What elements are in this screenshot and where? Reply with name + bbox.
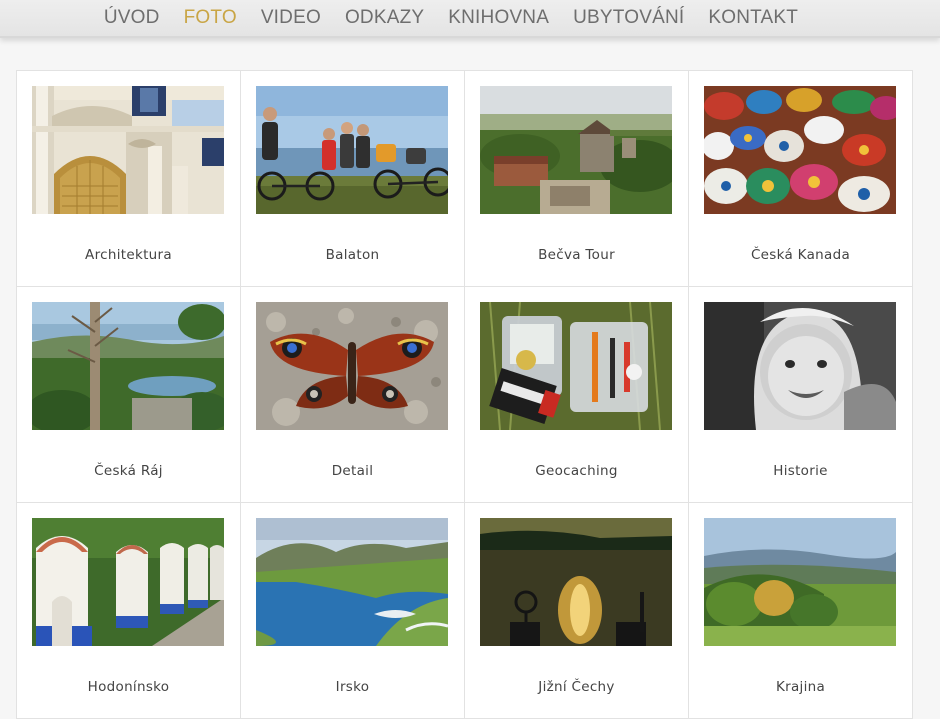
album-card-detail[interactable]: Detail xyxy=(241,287,464,502)
album-thumbnail-geocaching[interactable] xyxy=(480,302,672,430)
album-card-jizni-cechy[interactable]: Jižní Čechy xyxy=(465,503,688,718)
album-card-balaton[interactable]: Balaton xyxy=(241,71,464,286)
album-card-krajina[interactable]: Krajina xyxy=(689,503,912,718)
album-card-geocaching[interactable]: Geocaching xyxy=(465,287,688,502)
album-thumbnail-becva-tour[interactable] xyxy=(480,86,672,214)
photo-gallery: Architektura Balaton Bečva Tour Česká Ka… xyxy=(16,70,913,719)
album-title[interactable]: Architektura xyxy=(17,247,240,263)
album-title[interactable]: Detail xyxy=(241,463,464,479)
nav-item-video[interactable]: VIDEO xyxy=(261,7,321,29)
album-card-historie[interactable]: Historie xyxy=(689,287,912,502)
album-thumbnail-ceska-kanada[interactable] xyxy=(704,86,896,214)
album-card-irsko[interactable]: Irsko xyxy=(241,503,464,718)
album-title[interactable]: Irsko xyxy=(241,679,464,695)
album-card-ceska-raj[interactable]: Česká Ráj xyxy=(17,287,240,502)
album-thumbnail-krajina[interactable] xyxy=(704,518,896,646)
main-navigation: ÚVOD FOTO VIDEO ODKAZY KNIHOVNA UBYTOVÁN… xyxy=(0,0,940,38)
nav-item-knihovna[interactable]: KNIHOVNA xyxy=(448,7,549,29)
nav-item-ubytovani[interactable]: UBYTOVÁNÍ xyxy=(573,7,684,29)
nav-item-kontakt[interactable]: KONTAKT xyxy=(708,7,798,29)
album-thumbnail-architektura[interactable] xyxy=(32,86,224,214)
album-title[interactable]: Krajina xyxy=(689,679,912,695)
album-title[interactable]: Česká Ráj xyxy=(17,463,240,479)
album-card-ceska-kanada[interactable]: Česká Kanada xyxy=(689,71,912,286)
album-card-hodoninsko[interactable]: Hodonínsko xyxy=(17,503,240,718)
album-title[interactable]: Česká Kanada xyxy=(689,247,912,263)
album-title[interactable]: Jižní Čechy xyxy=(465,679,688,695)
album-title[interactable]: Balaton xyxy=(241,247,464,263)
album-thumbnail-irsko[interactable] xyxy=(256,518,448,646)
nav-item-foto[interactable]: FOTO xyxy=(184,7,237,29)
album-card-becva-tour[interactable]: Bečva Tour xyxy=(465,71,688,286)
album-thumbnail-jizni-cechy[interactable] xyxy=(480,518,672,646)
album-card-architektura[interactable]: Architektura xyxy=(17,71,240,286)
album-thumbnail-historie[interactable] xyxy=(704,302,896,430)
nav-item-odkazy[interactable]: ODKAZY xyxy=(345,7,424,29)
album-title[interactable]: Geocaching xyxy=(465,463,688,479)
album-title[interactable]: Bečva Tour xyxy=(465,247,688,263)
nav-item-uvod[interactable]: ÚVOD xyxy=(104,7,160,29)
album-title[interactable]: Historie xyxy=(689,463,912,479)
album-thumbnail-hodoninsko[interactable] xyxy=(32,518,224,646)
album-thumbnail-detail[interactable] xyxy=(256,302,448,430)
album-thumbnail-ceska-raj[interactable] xyxy=(32,302,224,430)
album-thumbnail-balaton[interactable] xyxy=(256,86,448,214)
album-title[interactable]: Hodonínsko xyxy=(17,679,240,695)
